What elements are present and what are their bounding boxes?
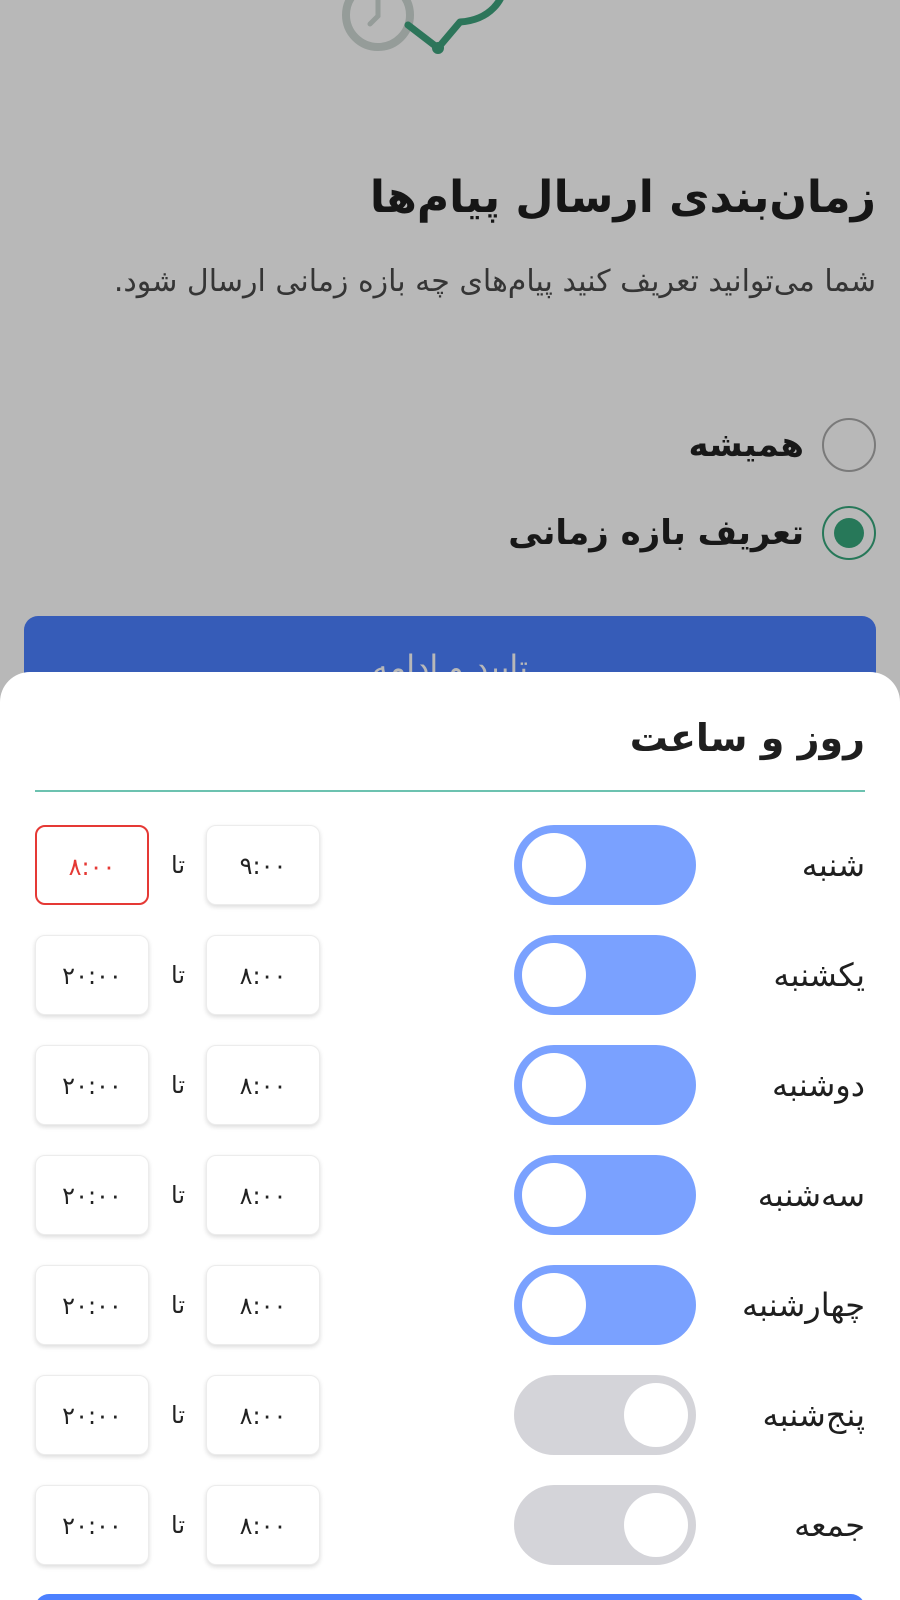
day-toggle[interactable] <box>514 1155 696 1235</box>
day-row-wednesday: چهارشنبه ۸:۰۰ تا ۲۰:۰۰ <box>0 1265 900 1345</box>
toggle-knob <box>522 1273 586 1337</box>
day-row-sunday: یکشنبه ۸:۰۰ تا ۲۰:۰۰ <box>0 935 900 1015</box>
day-row-friday: جمعه ۸:۰۰ تا ۲۰:۰۰ <box>0 1485 900 1565</box>
day-label: چهارشنبه <box>741 1286 865 1324</box>
sheet-submit-button[interactable] <box>35 1594 865 1600</box>
from-time-input[interactable]: ۸:۰۰ <box>206 1155 320 1235</box>
to-time-input[interactable]: ۲۰:۰۰ <box>35 1485 149 1565</box>
day-row-saturday: شنبه ۹:۰۰ تا ۸:۰۰ <box>0 825 900 905</box>
day-label: یکشنبه <box>773 956 865 994</box>
toggle-knob <box>624 1383 688 1447</box>
to-separator: تا <box>171 1401 185 1429</box>
toggle-knob <box>522 833 586 897</box>
from-time-input[interactable]: ۸:۰۰ <box>206 935 320 1015</box>
toggle-knob <box>624 1493 688 1557</box>
to-separator: تا <box>171 961 185 989</box>
day-label: سه‌شنبه <box>757 1176 865 1214</box>
day-label: جمعه <box>794 1506 865 1544</box>
day-toggle[interactable] <box>514 1485 696 1565</box>
day-toggle[interactable] <box>514 825 696 905</box>
to-time-input[interactable]: ۲۰:۰۰ <box>35 1375 149 1455</box>
to-separator: تا <box>171 1291 185 1319</box>
toggle-knob <box>522 943 586 1007</box>
to-time-input[interactable]: ۲۰:۰۰ <box>35 1265 149 1345</box>
to-time-input[interactable]: ۸:۰۰ <box>35 825 149 905</box>
day-row-monday: دوشنبه ۸:۰۰ تا ۲۰:۰۰ <box>0 1045 900 1125</box>
day-toggle[interactable] <box>514 1265 696 1345</box>
toggle-knob <box>522 1053 586 1117</box>
day-toggle[interactable] <box>514 1375 696 1455</box>
from-time-input[interactable]: ۸:۰۰ <box>206 1485 320 1565</box>
to-separator: تا <box>171 1181 185 1209</box>
from-time-input[interactable]: ۸:۰۰ <box>206 1045 320 1125</box>
day-row-tuesday: سه‌شنبه ۸:۰۰ تا ۲۰:۰۰ <box>0 1155 900 1235</box>
day-label: پنج‌شنبه <box>762 1396 866 1434</box>
sheet-divider <box>35 790 865 792</box>
day-toggle[interactable] <box>514 935 696 1015</box>
day-row-thursday: پنج‌شنبه ۸:۰۰ تا ۲۰:۰۰ <box>0 1375 900 1455</box>
to-separator: تا <box>171 1071 185 1099</box>
sheet-title: روز و ساعت <box>629 716 865 760</box>
day-toggle[interactable] <box>514 1045 696 1125</box>
to-time-input[interactable]: ۲۰:۰۰ <box>35 935 149 1015</box>
to-time-input[interactable]: ۲۰:۰۰ <box>35 1045 149 1125</box>
to-time-input[interactable]: ۲۰:۰۰ <box>35 1155 149 1235</box>
from-time-input[interactable]: ۸:۰۰ <box>206 1375 320 1455</box>
to-separator: تا <box>171 1511 185 1539</box>
day-label: شنبه <box>801 846 865 884</box>
from-time-input[interactable]: ۹:۰۰ <box>206 825 320 905</box>
from-time-input[interactable]: ۸:۰۰ <box>206 1265 320 1345</box>
day-label: دوشنبه <box>772 1066 865 1104</box>
day-time-sheet: روز و ساعت شنبه ۹:۰۰ تا ۸:۰۰ یکشنبه ۸:۰۰… <box>0 672 900 1600</box>
to-separator: تا <box>171 851 185 879</box>
toggle-knob <box>522 1163 586 1227</box>
